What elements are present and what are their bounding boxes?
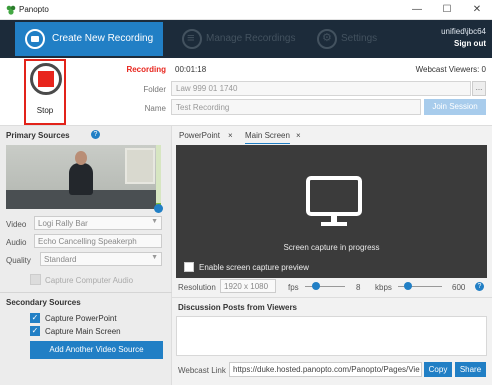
video-label: Video — [6, 220, 27, 229]
divider — [172, 297, 492, 298]
minimize-button[interactable]: — — [402, 1, 432, 18]
divider — [0, 292, 172, 293]
quality-select[interactable]: Standard ▼ — [40, 252, 162, 266]
secondary-sources-title: Secondary Sources — [6, 298, 81, 307]
kbps-value: 600 — [452, 283, 466, 292]
add-video-source-button[interactable]: Add Another Video Source — [30, 341, 163, 359]
primary-sources-title: Primary Sources — [6, 131, 70, 140]
stop-label: Stop — [36, 106, 54, 115]
fps-value: 8 — [356, 283, 361, 292]
kbps-slider-handle[interactable] — [404, 282, 412, 290]
folder-browse-button[interactable]: ... — [472, 81, 486, 96]
capture-powerpoint-label: Capture PowerPoint — [45, 314, 117, 323]
quality-value: Standard — [44, 255, 77, 264]
tab-manage-recordings[interactable]: Manage Recordings — [206, 33, 296, 44]
capture-main-screen-checkbox[interactable]: ✓ — [30, 326, 40, 336]
video-source-value: Logi Rally Bar — [38, 219, 88, 228]
discussion-title: Discussion Posts from Viewers — [178, 303, 298, 312]
name-field[interactable]: Test Recording — [171, 99, 421, 115]
webcast-link-field[interactable]: https://duke.hosted.panopto.com/Panopto/… — [229, 362, 422, 377]
help-icon[interactable]: ? — [91, 130, 100, 139]
close-button[interactable]: ✕ — [462, 1, 492, 18]
resolution-select[interactable]: 1920 x 1080 — [220, 279, 276, 293]
audio-label: Audio — [6, 238, 27, 247]
monitor-icon — [306, 176, 362, 226]
audio-level-slider-handle[interactable] — [154, 204, 163, 213]
audio-source-select[interactable]: Echo Cancelling Speakerph — [34, 234, 162, 248]
tab-settings[interactable]: Settings — [341, 33, 377, 44]
webcast-viewers-count: Webcast Viewers: 0 — [415, 65, 486, 74]
audio-level-meter — [156, 145, 161, 209]
screen-capture-status: Screen capture in progress — [283, 243, 380, 252]
panopto-logo-icon — [6, 5, 16, 15]
share-button[interactable]: Share — [455, 362, 486, 377]
preview-person-head — [75, 151, 87, 165]
video-camera-icon — [25, 29, 45, 49]
enable-preview-checkbox[interactable] — [184, 262, 194, 272]
folder-field[interactable]: Law 999 01 1740 — [171, 81, 471, 96]
kbps-label: kbps — [375, 283, 392, 292]
folder-label: Folder — [143, 85, 166, 94]
maximize-button[interactable]: ☐ — [432, 1, 462, 18]
stop-square-icon[interactable] — [38, 71, 54, 87]
fps-slider-track[interactable] — [305, 286, 345, 287]
window-title: Panopto — [19, 5, 49, 14]
help-icon[interactable]: ? — [475, 282, 484, 291]
gear-icon[interactable] — [317, 29, 337, 49]
tab-powerpoint[interactable]: PowerPoint — [179, 131, 220, 144]
video-source-select[interactable]: Logi Rally Bar ▼ — [34, 216, 162, 230]
name-label: Name — [144, 104, 166, 113]
webcast-link-label: Webcast Link — [178, 366, 226, 375]
capture-main-screen-label: Capture Main Screen — [45, 327, 121, 336]
preview-person — [69, 163, 93, 195]
quality-label: Quality — [6, 256, 31, 265]
tab-create-label: Create New Recording — [52, 33, 154, 44]
chevron-down-icon: ▼ — [151, 218, 158, 225]
tab-powerpoint-close-icon[interactable]: × — [228, 131, 233, 144]
capture-computer-audio-checkbox[interactable] — [30, 274, 41, 285]
sign-out-link[interactable]: Sign out — [454, 39, 486, 48]
recording-status-label: Recording — [126, 65, 166, 74]
recording-elapsed-time: 00:01:18 — [175, 65, 207, 74]
tab-main-screen[interactable]: Main Screen — [245, 131, 290, 144]
enable-preview-label: Enable screen capture preview — [199, 263, 309, 272]
join-session-button[interactable]: Join Session — [424, 99, 486, 115]
capture-computer-audio-label: Capture Computer Audio — [45, 276, 134, 285]
fps-label: fps — [288, 283, 299, 292]
resolution-label: Resolution — [178, 283, 216, 292]
capture-powerpoint-checkbox[interactable]: ✓ — [30, 313, 40, 323]
audio-source-value: Echo Cancelling Speakerph — [38, 237, 137, 246]
preview-window-detail — [125, 148, 155, 184]
discussion-posts-area[interactable] — [176, 316, 487, 356]
fps-slider-handle[interactable] — [312, 282, 320, 290]
list-icon[interactable] — [182, 29, 202, 49]
user-name: unified\jbc64 — [441, 27, 486, 36]
chevron-down-icon: ▼ — [151, 254, 158, 261]
copy-button[interactable]: Copy — [424, 362, 452, 377]
tab-main-screen-close-icon[interactable]: × — [296, 131, 301, 144]
